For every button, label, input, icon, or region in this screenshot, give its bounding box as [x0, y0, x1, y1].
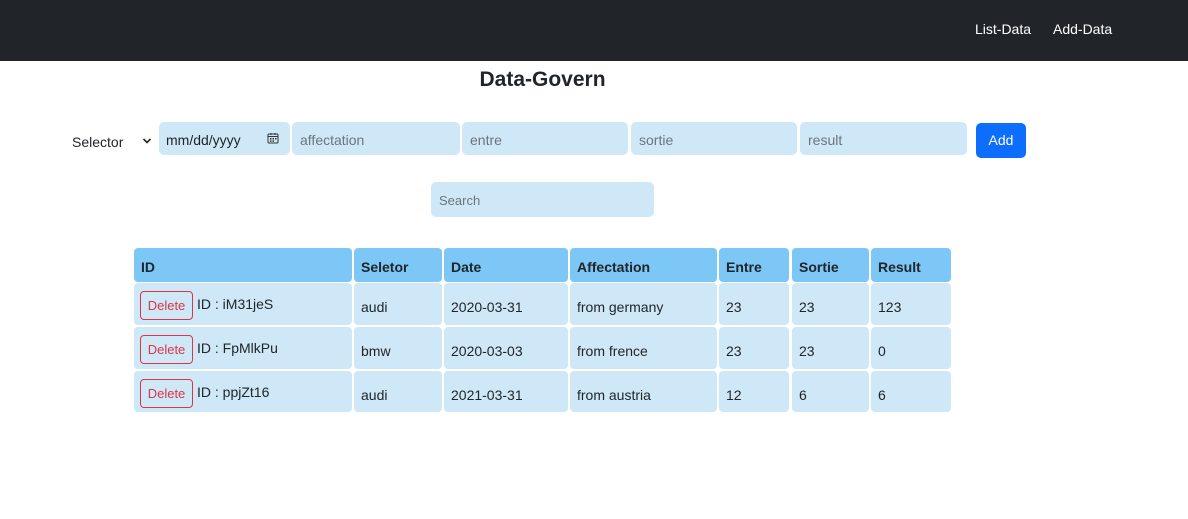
table-cell-result: 0 [871, 327, 951, 369]
search-input[interactable]: Search [431, 182, 654, 217]
header-id: ID [134, 248, 352, 282]
delete-button[interactable]: Delete [140, 335, 193, 364]
delete-button[interactable]: Delete [140, 291, 193, 320]
table-cell-result: 6 [871, 371, 951, 412]
search-placeholder: Search [439, 193, 481, 208]
table-cell-affectation: from austria [570, 371, 717, 412]
header-sortie: Sortie [792, 248, 869, 282]
table-cell-selector: audi [354, 283, 442, 325]
table-cell-entre: 23 [719, 283, 789, 325]
table-row-id-cell: Delete ID : iM31jeS [134, 283, 352, 325]
entre-input[interactable]: entre [462, 122, 628, 155]
table-cell-date: 2021-03-31 [444, 371, 568, 412]
nav-link-list-data[interactable]: List-Data [975, 21, 1031, 37]
table-cell-selector: bmw [354, 327, 442, 369]
affectation-input[interactable]: affectation [292, 122, 460, 155]
selector-dropdown[interactable]: Selector [66, 126, 156, 156]
page-title: Data-Govern [479, 68, 606, 91]
table-cell-selector: audi [354, 371, 442, 412]
table-cell-date: 2020-03-31 [444, 283, 568, 325]
header-affectation: Affectation [570, 248, 717, 282]
table-cell-date: 2020-03-03 [444, 327, 568, 369]
header-date: Date [444, 248, 568, 282]
row-id: ID : ppjZt16 [197, 384, 270, 400]
delete-button[interactable]: Delete [140, 379, 193, 408]
table-cell-entre: 12 [719, 371, 789, 412]
sortie-placeholder: sortie [639, 132, 674, 148]
row-id: ID : FpMlkPu [197, 340, 278, 356]
header-result: Result [871, 248, 951, 282]
table-row-id-cell: Delete ID : FpMlkPu [134, 327, 352, 369]
selector-label: Selector [72, 134, 124, 150]
header-entre: Entre [719, 248, 789, 282]
table-cell-affectation: from frence [570, 327, 717, 369]
affectation-placeholder: affectation [300, 132, 365, 148]
table-cell-affectation: from germany [570, 283, 717, 325]
row-id: ID : iM31jeS [197, 296, 274, 312]
sortie-input[interactable]: sortie [631, 122, 797, 155]
table-cell-sortie: 6 [792, 371, 869, 412]
entre-placeholder: entre [470, 132, 502, 148]
chevron-down-icon [142, 138, 152, 144]
table-cell-sortie: 23 [792, 283, 869, 325]
date-input[interactable]: mm/dd/yyyy [159, 122, 290, 155]
table-cell-entre: 23 [719, 327, 789, 369]
header-selector: Seletor [354, 248, 442, 282]
table-cell-sortie: 23 [792, 327, 869, 369]
navbar: List-Data Add-Data [0, 0, 1188, 61]
table-cell-result: 123 [871, 283, 951, 325]
calendar-icon[interactable] [267, 132, 279, 144]
result-placeholder: result [808, 132, 843, 148]
table-row-id-cell: Delete ID : ppjZt16 [134, 371, 352, 412]
add-button[interactable]: Add [976, 123, 1026, 158]
result-input[interactable]: result [800, 122, 967, 155]
date-input-value: mm/dd/yyyy [166, 132, 241, 148]
nav-link-add-data[interactable]: Add-Data [1053, 21, 1112, 37]
